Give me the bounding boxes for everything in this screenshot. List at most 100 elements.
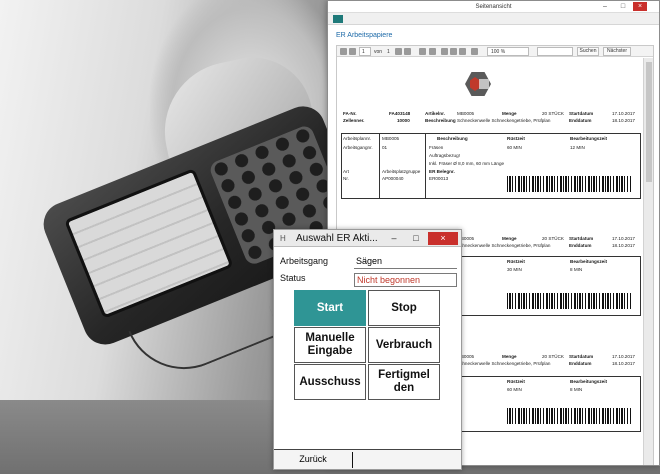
stop-icon[interactable] (419, 48, 426, 55)
detail-line: ER00013 (429, 176, 449, 181)
dialog-title: Auswahl ER Akti... (296, 233, 378, 244)
step-value: 01 (382, 145, 388, 150)
start-date-value: 17.10.2017 (612, 354, 635, 359)
quantity-value: 20 STÜCK (542, 354, 564, 359)
zoom-value: 100 % (491, 49, 506, 55)
preview-title-bar: Seitenansicht – □ × (328, 1, 659, 13)
manual-entry-button[interactable]: Manuelle Eingabe (294, 327, 366, 363)
app-menu-icon[interactable] (333, 15, 343, 23)
step-label: Arbeitsgangnr. (343, 145, 373, 150)
stop-button[interactable]: Stop (368, 290, 440, 326)
last-page-icon[interactable] (404, 48, 411, 55)
cell-label: Zellenner. (343, 118, 365, 123)
start-button[interactable]: Start (294, 290, 366, 326)
prev-page-icon[interactable] (349, 48, 356, 55)
print-icon[interactable] (441, 48, 448, 55)
setup-time-head: Rüstzeit (507, 136, 525, 141)
minimize-icon[interactable]: – (598, 2, 612, 11)
minimize-icon[interactable]: – (384, 232, 404, 245)
back-button[interactable]: Zurück (274, 450, 352, 469)
page-total: 1 (387, 49, 390, 55)
next-page-icon[interactable] (395, 48, 402, 55)
detail-description-head: Beschreibung (437, 136, 468, 141)
plan-value: MB0005 (382, 136, 400, 141)
processing-time-value: 12 MIN (570, 145, 585, 150)
status-label: Status (280, 273, 306, 283)
company-logo (465, 72, 491, 96)
dialog-footer: Zurück (274, 449, 461, 469)
nr-value: AP000040 (382, 176, 404, 181)
processing-time-head: Bearbeitungszeit (570, 379, 608, 384)
quantity-value: 20 STÜCK (542, 111, 564, 116)
export-icon[interactable] (471, 48, 478, 55)
maximize-icon[interactable]: □ (616, 2, 630, 11)
setup-time-value: 30 MIN (507, 267, 522, 272)
activity-dialog: H Auswahl ER Akti... – □ × Arbeitsgang S… (273, 229, 462, 470)
cell-value: 10000 (397, 118, 410, 123)
setup-time-value: 60 MIN (507, 145, 522, 150)
search-button[interactable]: Suchen (577, 47, 599, 56)
description-value: Schneckenwelle Schneckengetriebe, Prüfpl… (457, 361, 551, 366)
search-input[interactable] (537, 47, 573, 56)
processing-time-value: 8 MIN (570, 387, 583, 392)
next-button-label: Nächster (606, 48, 627, 54)
nr-label: Nr. (343, 176, 349, 181)
page-setup-icon[interactable] (450, 48, 457, 55)
plan-label: Arbeitsplannr. (343, 136, 372, 141)
page-current: 1 (362, 49, 365, 55)
description-value: Schneckenwelle Schneckengetriebe, Prüfpl… (457, 243, 551, 248)
article-label: Artikelnr. (425, 111, 445, 116)
maximize-icon[interactable]: □ (406, 232, 426, 245)
status-value: Nicht begonnen (354, 273, 457, 287)
fa-value: FA403148 (389, 111, 411, 116)
start-date-label: Startdatum (569, 111, 594, 116)
detail-line: Inkl. Fräser Ø 8,0 mm, 60 mm Länge (429, 161, 505, 166)
page-number-input[interactable] (359, 47, 371, 56)
close-icon[interactable]: × (428, 232, 458, 245)
start-date-label: Startdatum (569, 354, 594, 359)
barcode-image (507, 293, 631, 309)
step-label: Arbeitsgang (280, 256, 329, 266)
article-value: MB0005 (457, 111, 475, 116)
detail-line: Auftragsbezug! (429, 153, 460, 158)
barcode-image (507, 408, 631, 424)
end-date-label: Enddatum (569, 118, 592, 123)
setup-time-value: 60 MIN (507, 387, 522, 392)
quantity-value: 20 STÜCK (542, 236, 564, 241)
viewer-toolbar: 1 von 1 100 % Suchen Nächster (337, 46, 653, 57)
layout-icon[interactable] (459, 48, 466, 55)
end-date-value: 18.10.2017 (612, 361, 635, 366)
end-date-label: Enddatum (569, 243, 592, 248)
setup-time-head: Rüstzeit (507, 259, 525, 264)
preview-window-title: Seitenansicht (475, 4, 512, 10)
refresh-icon[interactable] (429, 48, 436, 55)
end-date-value: 18.10.2017 (612, 243, 635, 248)
end-date-label: Enddatum (569, 361, 592, 366)
scrollbar-thumb[interactable] (646, 62, 652, 182)
start-date-value: 17.10.2017 (612, 236, 635, 241)
quantity-label: Menge (502, 236, 517, 241)
fa-label: FA-Nr. (343, 111, 357, 116)
first-page-icon[interactable] (340, 48, 347, 55)
start-date-value: 17.10.2017 (612, 111, 635, 116)
search-button-label: Suchen (579, 48, 597, 54)
start-date-label: Startdatum (569, 236, 594, 241)
scrap-button[interactable]: Ausschuss (294, 364, 366, 400)
finish-report-button[interactable]: Fertigmel den (368, 364, 440, 400)
type-value: Arbeitsplatzgruppe (382, 169, 421, 174)
processing-time-head: Bearbeitungszeit (570, 136, 608, 141)
description-label: Beschreibung (425, 118, 456, 123)
processing-time-head: Bearbeitungszeit (570, 259, 608, 264)
dialog-title-bar: H Auswahl ER Akti... – □ × (274, 230, 461, 247)
next-button[interactable]: Nächster (603, 47, 631, 56)
preview-ribbon (328, 13, 659, 25)
vertical-scrollbar[interactable] (643, 58, 653, 465)
setup-time-head: Rüstzeit (507, 379, 525, 384)
close-icon[interactable]: × (633, 2, 647, 11)
detail-line: ER Belegnr. (429, 169, 455, 174)
app-icon: H (280, 234, 286, 243)
processing-time-value: 8 MIN (570, 267, 583, 272)
footer-divider (352, 452, 353, 468)
barcode-image (507, 176, 631, 192)
consumption-button[interactable]: Verbrauch (368, 327, 440, 363)
